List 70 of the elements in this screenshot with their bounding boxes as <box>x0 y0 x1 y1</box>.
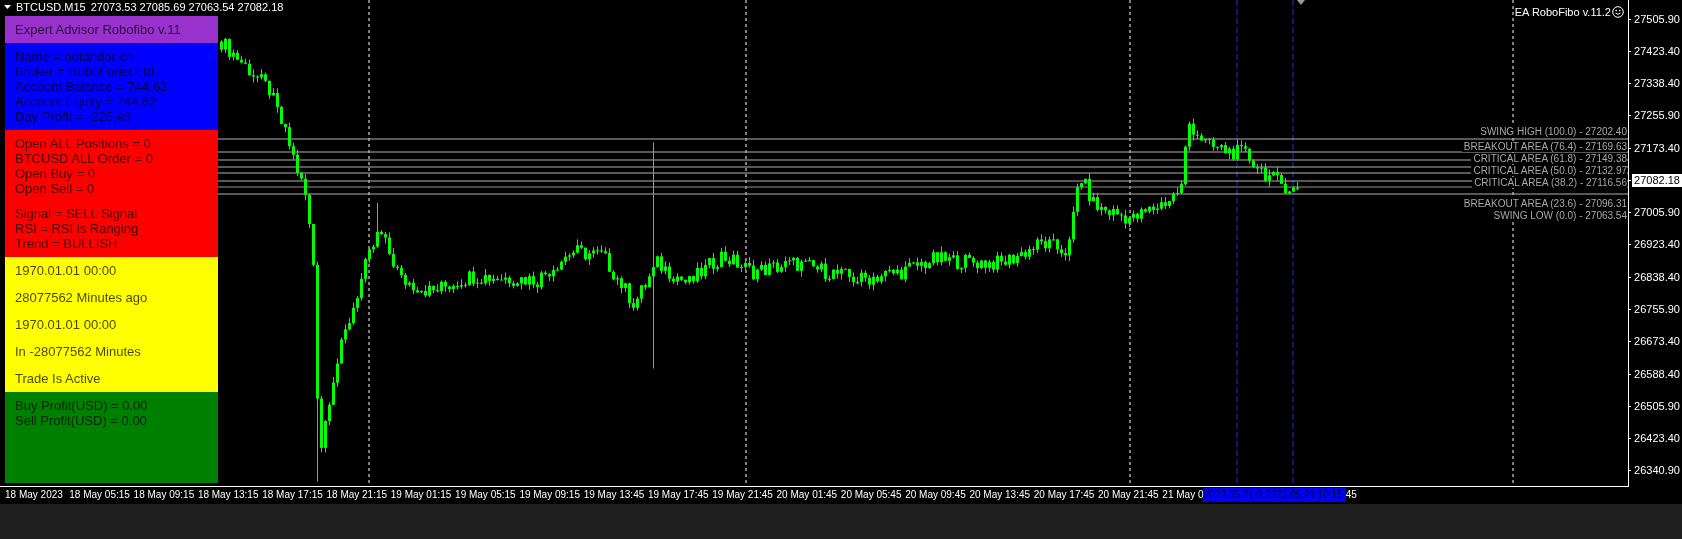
time-label: 19 May 21:45 <box>712 488 774 502</box>
time-label: 45 <box>1345 488 1357 502</box>
time-label: 20 May 05:45 <box>840 488 903 502</box>
time-label: 18 May 13:15 <box>197 488 260 502</box>
level-label: BREAKOUT AREA (76.4) - 27169.63 <box>1461 141 1627 152</box>
triangle-marker-icon <box>1297 0 1305 5</box>
info-text: Expert Advisor Robofibo v.11 <box>15 22 182 37</box>
time-label: 18 May 17:15 <box>262 488 324 502</box>
info-text: BTCUSD ALL Order = 0 <box>15 151 154 166</box>
info-text: Buy Profit(USD) = 0.00 <box>15 398 149 413</box>
price-tick-label: 26423.40 <box>1633 432 1681 446</box>
time-label: 2023.05.21 0 <box>1203 488 1265 502</box>
price-tick-label: 27338.40 <box>1633 77 1681 91</box>
price-tick-label: 27173.40 <box>1633 141 1681 155</box>
ea-label: EA RoboFibo v.11.2 <box>1514 6 1611 18</box>
time-label: 18 May 05:15 <box>69 488 131 502</box>
price-tick-label: 27005.90 <box>1633 206 1681 220</box>
time-label: 20 May 17:45 <box>1033 488 1096 502</box>
time-label: 20 May 09:45 <box>905 488 967 502</box>
price-tick-label: 26340.90 <box>1633 464 1681 478</box>
info-text: Account Balance = 744.62 <box>15 79 169 94</box>
info-text: Sell Profit(USD) = 0.00 <box>15 413 148 428</box>
time-label: 19 May 01:15 <box>390 488 453 502</box>
time-label: 19 May 05:15 <box>455 488 517 502</box>
info-text: RSI = RSI is Ranging <box>15 221 140 236</box>
smiley-icon <box>1612 6 1624 18</box>
info-text: 1970.01.01 00:00 <box>15 317 118 332</box>
time-label: 21 May 0 <box>1162 488 1204 502</box>
info-text: Name = notandor cn <box>15 49 135 64</box>
info-text: Open Sell = 0 <box>15 181 96 196</box>
info-text: Day Profit = -225.49 <box>15 109 132 124</box>
info-text: Trade Is Active <box>15 371 102 386</box>
level-label: CRITICAL AREA (61.8) - 27149.38 <box>1471 153 1627 164</box>
level-label: SWING LOW (0.0) - 27063.54 <box>1491 210 1627 221</box>
info-text: Open Buy = 0 <box>15 166 96 181</box>
price-tick-label: 27255.90 <box>1633 109 1681 123</box>
time-label: 19 May 13:45 <box>583 488 646 502</box>
price-tick-label: 26505.90 <box>1633 399 1681 413</box>
time-label: 20 May 21:45 <box>1098 488 1160 502</box>
info-text: In -28077562 Minutes <box>15 344 142 359</box>
time-label: 18 May 2023 <box>5 488 64 502</box>
info-text: Account Equity = 744.62 <box>15 94 158 109</box>
price-tick-label: 26838.40 <box>1633 270 1681 284</box>
level-label: SWING HIGH (100.0) - 27202.40 <box>1478 126 1627 137</box>
price-tick-label: 26755.90 <box>1633 303 1681 316</box>
price-tick-label: 26923.40 <box>1633 238 1681 252</box>
time-label: 20 May 13:45 <box>969 488 1032 502</box>
level-label: CRITICAL AREA (38.2) - 27116.56 <box>1472 177 1627 188</box>
price-tick-label: 27423.40 <box>1633 44 1681 58</box>
info-text: Broker = RoboForex Ltd <box>15 64 156 79</box>
caret-icon[interactable] <box>4 5 11 9</box>
info-text: 1970.01.01 00:00 <box>15 263 118 278</box>
info-text: Open ALL Positions = 0 <box>15 136 152 151</box>
time-label: 18 May 21:15 <box>326 488 389 502</box>
info-text: Trend = BULLISH <box>15 236 119 251</box>
symbol-label: BTCUSD.M15 <box>16 1 86 13</box>
time-label: 20 May 01:45 <box>776 488 839 502</box>
level-label: CRITICAL AREA (50.0) - 27132.97 <box>1471 165 1627 176</box>
info-text: Signal = SELL Signal <box>15 206 139 221</box>
current-price-label: 27082.18 <box>1632 173 1682 187</box>
price-tick-label: 27505.90 <box>1633 12 1681 26</box>
level-label: BREAKOUT AREA (23.6) - 27096.31 <box>1461 198 1627 209</box>
time-label: 18 May 09:15 <box>133 488 196 502</box>
price-tick-label: 26673.40 <box>1633 335 1681 349</box>
time-label: 19 May 17:45 <box>647 488 710 502</box>
time-label: 19 May 09:15 <box>519 488 581 502</box>
time-label: 2023.05.21 10:15 <box>1264 488 1346 502</box>
info-text: 28077562 Minutes ago <box>15 290 149 305</box>
quote-values: 27073.53 27085.69 27063.54 27082.18 <box>90 1 284 13</box>
price-tick-label: 26588.40 <box>1633 367 1681 381</box>
